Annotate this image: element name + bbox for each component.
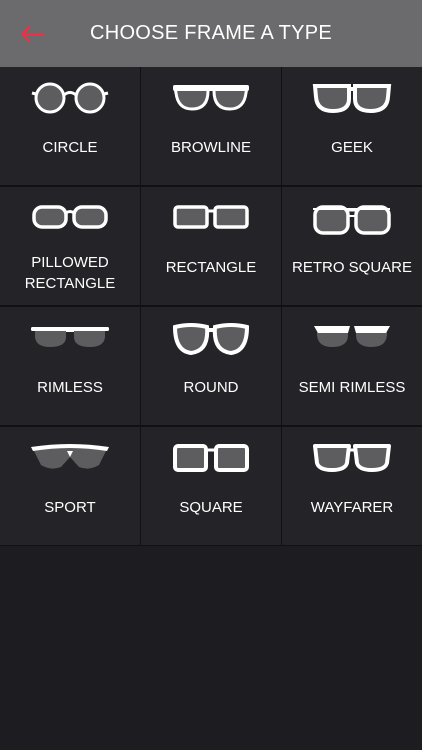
frame-option-rectangle[interactable]: RECTANGLE [141,187,281,305]
frame-option-pillowed-rectangle[interactable]: PILLOWED RECTANGLE [0,187,140,305]
frame-label: PILLOWED RECTANGLE [24,254,116,292]
pillowed-rectangle-glasses-icon [32,205,108,229]
frame-option-semi-rimless[interactable]: SEMI RIMLESS [282,307,422,425]
frame-label: SEMI RIMLESS [298,378,406,396]
frame-label: BROWLINE [170,138,251,156]
retro-square-glasses-icon [313,205,391,235]
circle-glasses-icon [31,82,109,114]
frame-option-circle[interactable]: CIRCLE [0,67,140,185]
geek-glasses-icon [312,84,392,114]
frame-label: CIRCLE [42,138,98,156]
frame-option-wayfarer[interactable]: WAYFARER [282,427,422,545]
frame-option-rimless[interactable]: RIMLESS [0,307,140,425]
frame-option-browline[interactable]: BROWLINE [141,67,281,185]
frame-option-square[interactable]: SQUARE [141,427,281,545]
frame-label: RIMLESS [37,378,103,396]
frame-label: RETRO SQUARE [291,258,412,276]
rectangle-glasses-icon [173,205,249,229]
rimless-glasses-icon [31,327,109,347]
frame-type-grid: CIRCLE BROWLINE GEEK PILLOWED RECTANGLE [0,67,422,546]
frame-option-round[interactable]: ROUND [141,307,281,425]
page-title: CHOOSE FRAME A TYPE [89,22,333,44]
semi-rimless-glasses-icon [314,326,390,347]
frame-option-geek[interactable]: GEEK [282,67,422,185]
frame-option-retro-square[interactable]: RETRO SQUARE [282,187,422,305]
frame-label: GEEK [331,138,373,156]
frame-option-sport[interactable]: SPORT [0,427,140,545]
sport-glasses-icon [31,444,109,469]
wayfarer-glasses-icon [313,444,391,472]
square-glasses-icon [173,444,249,472]
top-bar: CHOOSE FRAME A TYPE [0,0,422,67]
frame-label: ROUND [183,378,239,396]
frame-label: RECTANGLE [165,258,257,276]
round-glasses-icon [172,323,250,356]
frame-label: WAYFARER [310,498,394,516]
frame-label: SQUARE [179,498,243,516]
frame-label: SPORT [44,498,96,516]
browline-glasses-icon [173,85,249,111]
